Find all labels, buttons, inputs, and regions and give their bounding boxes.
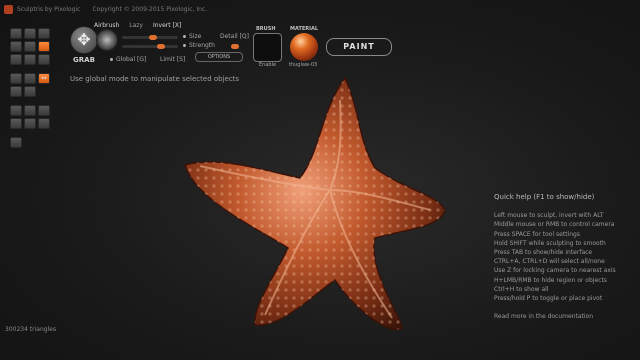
help-line: Press TAB to show/hide interface (494, 249, 593, 257)
help-line: Use Z for locking camera to nearest axis (494, 267, 616, 275)
tool-inflate-button[interactable] (24, 28, 36, 39)
new-plane-button[interactable] (24, 105, 36, 116)
global-toggle[interactable]: Global [G] (110, 56, 146, 63)
brush-texture-slot[interactable] (253, 33, 282, 62)
brush-name: GRAB (73, 56, 95, 64)
tool-reduce-button[interactable] (24, 54, 36, 65)
grab-icon: ✥ (70, 26, 98, 54)
help-line: CTRL+A, CTRL+D will select all/none (494, 258, 605, 266)
help-line: Press SPACE for tool settings (494, 230, 580, 238)
paint-button[interactable]: PAINT (326, 38, 392, 56)
symmetry-icon: ⇔ (41, 74, 47, 82)
tool-draw-button[interactable] (10, 28, 22, 39)
lazy-toggle[interactable]: Lazy (129, 22, 143, 29)
brush-modes: Airbrush Lazy Invert [X] (94, 22, 181, 29)
tool-pinch-button[interactable] (24, 41, 36, 52)
tool-grab-button[interactable] (38, 41, 50, 52)
airbrush-falloff-icon[interactable] (96, 29, 118, 51)
strength-slider-handle[interactable] (157, 44, 166, 49)
strength-slider[interactable] (122, 45, 178, 48)
settings-button[interactable] (10, 137, 22, 148)
detail-label: Detail [Q] (220, 33, 249, 40)
options-button[interactable]: OPTIONS (195, 52, 243, 62)
documentation-link[interactable]: Read more in the documentation (494, 312, 639, 321)
limit-toggle[interactable]: Limit [S] (160, 56, 185, 63)
invert-toggle[interactable]: Invert [X] (153, 22, 181, 29)
detail-slider-handle[interactable] (231, 44, 239, 49)
tool-scale-button[interactable] (24, 73, 36, 84)
symmetry-toggle-button[interactable]: ⇔ (38, 73, 50, 84)
size-label: Size (183, 33, 201, 40)
help-line: Middle mouse or RMB to control camera (494, 221, 615, 229)
app-title: Sculptris by Pixologic (17, 5, 81, 13)
export-button[interactable] (38, 118, 50, 129)
wireframe-toggle-button[interactable] (10, 86, 22, 97)
quick-help-panel: Quick help (F1 to show/hide) Left mouse … (494, 193, 639, 321)
subdivide-button[interactable] (24, 86, 36, 97)
tool-mask-button[interactable] (38, 54, 50, 65)
material-label: MATERIAL (290, 26, 319, 32)
size-slider-handle[interactable] (148, 35, 157, 40)
material-preview[interactable] (290, 33, 318, 61)
brush-slot-label: BRUSH (256, 26, 276, 32)
titlebar: Sculptris by Pixologic Copyright © 2009-… (4, 2, 207, 16)
strength-label: Strength (183, 42, 215, 49)
import-button[interactable] (24, 118, 36, 129)
save-button[interactable] (10, 118, 22, 129)
open-button[interactable] (38, 105, 50, 116)
new-sphere-button[interactable] (10, 105, 22, 116)
app-logo-icon (4, 4, 13, 14)
help-line: Hold SHIFT while sculpting to smooth (494, 239, 606, 247)
copyright-text: Copyright © 2009-2015 Pixologic, Inc. (92, 5, 208, 13)
material-name: thuglaw-03 (289, 62, 318, 68)
tool-rotate-button[interactable] (10, 73, 22, 84)
brush-enable-label[interactable]: Enable (259, 62, 276, 68)
help-line: H+LMB/RMB to hide region or objects (494, 276, 607, 284)
tool-palette: ⇔ (10, 28, 56, 150)
quick-help-title: Quick help (F1 to show/hide) (494, 193, 595, 201)
tool-smooth-button[interactable] (10, 54, 22, 65)
tool-flatten-button[interactable] (10, 41, 22, 52)
triangle-count: 300234 triangles (5, 326, 57, 333)
help-line: Press/hold P to toggle or place pivot (494, 295, 603, 303)
help-line: Ctrl+H to show all (494, 285, 549, 293)
viewport-model[interactable] (170, 70, 470, 340)
airbrush-toggle[interactable]: Airbrush (94, 22, 119, 29)
help-line: Left mouse to sculpt, invert with ALT (494, 212, 604, 220)
tool-crease-button[interactable] (38, 28, 50, 39)
